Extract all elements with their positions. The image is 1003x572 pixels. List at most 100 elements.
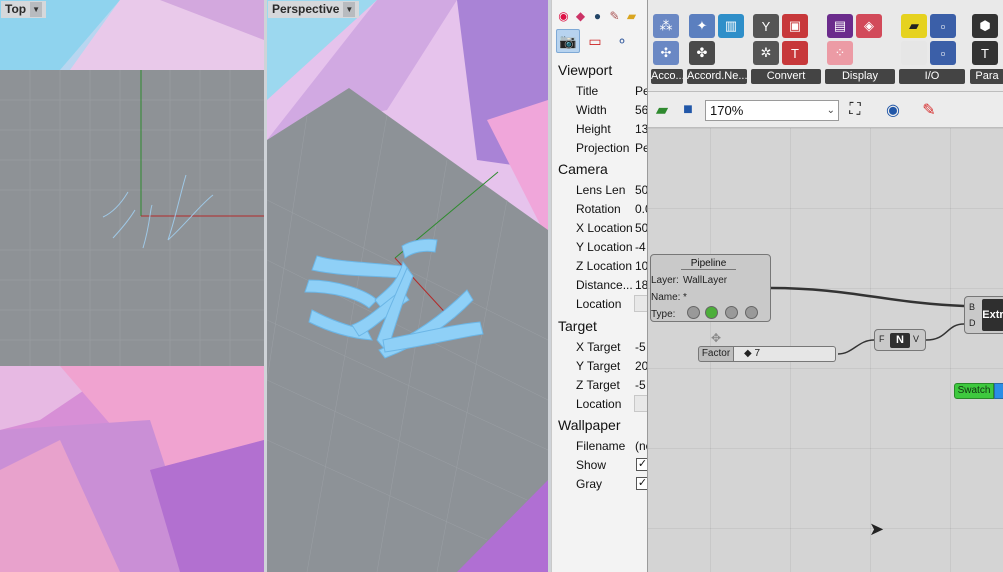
color-wheel-icon[interactable]: ◉ [556, 8, 571, 23]
prop-value[interactable]: 0.0 [635, 202, 647, 216]
camera-location-button[interactable] [634, 295, 647, 312]
display-tab-icon[interactable]: ▭ [583, 29, 607, 53]
camera-tab-icon[interactable]: 📷 [556, 29, 580, 53]
hex-icon[interactable]: ⬢ [972, 14, 998, 38]
ribbon-group-para[interactable]: ⬢ T Para [970, 10, 1003, 84]
network-icon[interactable]: ✦ [689, 14, 715, 38]
swatch-icon[interactable]: ◈ [856, 14, 882, 38]
prop-label: Title [576, 84, 599, 98]
dots-grid-icon[interactable]: ⁘ [827, 41, 853, 65]
save-icon[interactable]: ■ [677, 99, 699, 121]
prop-label: Filename [576, 439, 626, 453]
prop-label: Z Location [576, 259, 633, 273]
material-icon[interactable]: ◆ [573, 8, 588, 23]
top-viewport[interactable]: Top ▼ [0, 0, 264, 572]
neural-net-icon[interactable]: ⁂ [653, 14, 679, 38]
prop-value[interactable]: 56 [635, 103, 647, 117]
prop-value[interactable]: -5 [635, 340, 646, 354]
prop-label: Location [576, 297, 622, 311]
prop-value[interactable]: Pe [635, 84, 647, 98]
top-viewport-label[interactable]: Top ▼ [1, 1, 47, 18]
folder-tag-icon[interactable]: ▰ [901, 14, 927, 38]
gray-checkbox[interactable]: ✓ [636, 477, 647, 490]
render-sphere-icon[interactable]: ● [590, 8, 605, 23]
paint-brush-icon[interactable]: ✎ [607, 8, 622, 23]
show-checkbox[interactable]: ✓ [636, 458, 647, 471]
ribbon-group-accord-ne[interactable]: ✦ ▥ ✤ Accord.Ne... [687, 10, 747, 84]
ribbon-group-convert[interactable]: Y ▣ ✲ T Convert [751, 10, 821, 84]
prop-value[interactable]: -4 [635, 240, 646, 254]
save-idx-icon[interactable]: ▫ [930, 14, 956, 38]
target-location-button[interactable] [634, 395, 647, 412]
prop-value[interactable]: Pe [635, 141, 647, 155]
save-bin-icon[interactable]: ▫ [930, 41, 956, 65]
zoom-extents-icon[interactable]: ⛶ [844, 99, 866, 121]
bars-icon[interactable]: ▥ [718, 14, 744, 38]
prop-value[interactable]: 50 [635, 183, 647, 197]
pipeline-name-value: * [683, 292, 687, 303]
factor-slider[interactable]: Factor ◆ 7 [698, 346, 838, 362]
section-camera: Camera [558, 161, 608, 177]
tree-icon[interactable]: Y [753, 14, 779, 38]
swatch-label: Swatch [954, 383, 994, 399]
factor-value[interactable]: ◆ 7 [734, 346, 836, 362]
preview-eye-icon[interactable]: ◉ [882, 99, 904, 121]
ribbon-group-label: I/O [899, 69, 965, 84]
mesh-filter-icon[interactable] [745, 306, 758, 319]
section-wallpaper: Wallpaper [558, 417, 621, 433]
point-filter-icon[interactable] [687, 306, 700, 319]
ribbon-group-display[interactable]: ▤ ◈ ⁘ Display [825, 10, 895, 84]
prop-value[interactable]: 13 [635, 122, 647, 136]
text-icon[interactable]: T [972, 41, 998, 65]
prop-value[interactable]: (nc [635, 439, 647, 453]
prop-value[interactable]: 10 [635, 259, 647, 273]
ribbon-group-io[interactable]: ▰ ▫ ▫ I/O [899, 10, 965, 84]
ribbon-group-label: Convert [751, 69, 821, 84]
prop-label: Gray [576, 477, 603, 491]
grasshopper-canvas[interactable]: Pipeline Layer: WallLayer Name: * Type: … [648, 128, 1003, 572]
curve-filter-icon[interactable] [705, 306, 718, 319]
perspective-viewport-label[interactable]: Perspective ▼ [268, 1, 360, 18]
prop-label: Width [576, 103, 607, 117]
extrude-component[interactable]: B D Extr [964, 296, 1003, 334]
ribbon-group-accord[interactable]: ⁂ ✣ Acco... [651, 10, 683, 84]
open-file-icon[interactable]: ▰ [651, 99, 673, 121]
ex-icon[interactable]: ✣ [653, 41, 679, 65]
branch-icon[interactable]: ✲ [753, 41, 779, 65]
swatch-component[interactable]: Swatch [954, 383, 1003, 399]
swatch-color[interactable] [994, 383, 1003, 399]
render-tab-icon[interactable]: ⚬ [610, 29, 634, 53]
prop-label: X Target [576, 340, 621, 354]
prop-value[interactable]: -5 [635, 378, 646, 392]
prop-label: Location [576, 397, 622, 411]
folder-icon[interactable]: ▰ [624, 8, 639, 23]
prop-label: Height [576, 122, 611, 136]
unit-vector-component[interactable]: F N V [874, 329, 926, 351]
prop-value[interactable]: 50 [635, 221, 647, 235]
graph-icon[interactable]: ✤ [689, 41, 715, 65]
zoom-dropdown[interactable]: 170% ⌄ [705, 100, 839, 121]
text-tag-icon[interactable]: T [782, 41, 808, 65]
caret-down-icon[interactable]: ▼ [343, 2, 356, 17]
surface-filter-icon[interactable] [725, 306, 738, 319]
section-viewport: Viewport [558, 62, 613, 78]
extrude-d-port[interactable]: D [969, 318, 976, 328]
prop-label: Show [576, 458, 607, 472]
sketch-pen-icon[interactable]: ✎ [918, 99, 940, 121]
extrude-b-port[interactable]: B [969, 302, 975, 312]
unit-input-port[interactable]: F [879, 334, 885, 344]
caret-down-icon[interactable]: ▼ [30, 2, 43, 17]
viewport-title: Top [5, 2, 27, 16]
layers-icon[interactable]: ▣ [782, 14, 808, 38]
prop-label: Projection [576, 141, 630, 155]
blank-icon[interactable] [901, 41, 927, 65]
unit-output-port[interactable]: V [913, 334, 919, 344]
prop-value[interactable]: 20 [635, 359, 647, 373]
viewport-title: Perspective [272, 2, 340, 16]
prop-value[interactable]: 18 [635, 278, 647, 292]
perspective-viewport[interactable]: Perspective ▼ [267, 0, 548, 572]
pipeline-component[interactable]: Pipeline Layer: WallLayer Name: * Type: [650, 254, 771, 322]
panel-icon[interactable]: ▤ [827, 14, 853, 38]
prop-label: Rotation [576, 202, 621, 216]
extrude-core: Extr [982, 299, 1003, 331]
